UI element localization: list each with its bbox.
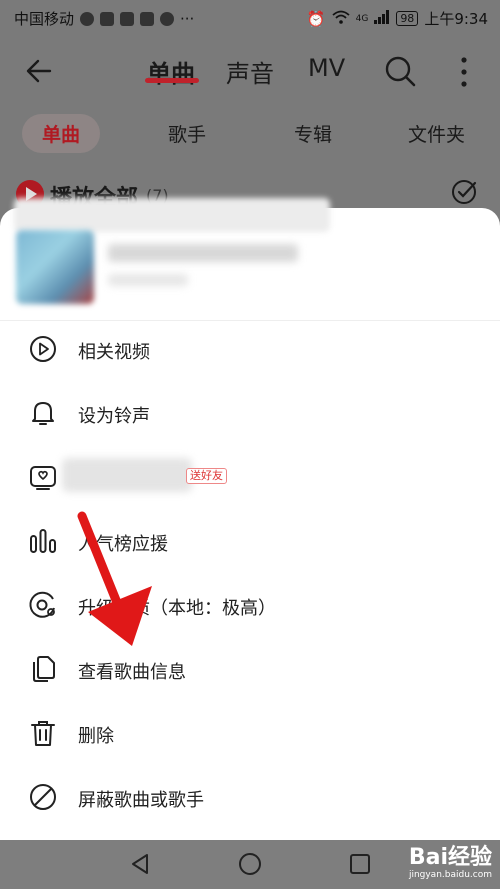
navigation-bar: Bai经验 jingyan.baidu.com xyxy=(0,840,500,889)
menu-send-to-friend[interactable]: 送好友 xyxy=(0,448,500,508)
app-notification-icon xyxy=(100,11,115,26)
more-notifications-icon: ··· xyxy=(180,9,195,28)
top-bar: 单曲 声音 MV xyxy=(0,44,500,100)
menu-label: 设为铃声 xyxy=(78,406,150,427)
menu-label: 相关视频 xyxy=(78,342,150,363)
menu-label: 升级音质（本地：极高） xyxy=(78,598,276,619)
app-notification-icon xyxy=(140,11,155,26)
back-arrow-icon[interactable] xyxy=(24,56,54,86)
share-card-icon xyxy=(30,466,56,490)
subtab-songs[interactable]: 单曲 xyxy=(22,114,101,153)
bar-chart-icon xyxy=(30,529,56,553)
menu-delete[interactable]: 删除 xyxy=(0,704,500,764)
disc-icon xyxy=(29,591,55,618)
play-video-icon xyxy=(30,336,56,362)
nav-home-icon[interactable] xyxy=(238,852,262,876)
document-copy-icon xyxy=(33,656,55,682)
menu-label: 人气榜应援 xyxy=(78,534,168,555)
battery-indicator: 98 xyxy=(396,11,419,26)
bell-icon xyxy=(32,402,54,425)
active-tab-indicator xyxy=(145,78,199,83)
menu-block-song[interactable]: 屏蔽歌曲或歌手 xyxy=(0,768,500,828)
blurred-label xyxy=(62,458,192,492)
wifi-icon xyxy=(332,10,350,28)
subtab-artists[interactable]: 歌手 xyxy=(168,120,206,147)
menu-view-song-info[interactable]: 查看歌曲信息 xyxy=(0,640,500,700)
tab-mv[interactable]: MV xyxy=(308,54,345,82)
song-header xyxy=(0,208,500,321)
app-notification-icon xyxy=(160,11,175,26)
menu-set-ringtone[interactable]: 设为铃声 xyxy=(0,384,500,444)
app-notification-icon xyxy=(80,11,95,26)
menu-label: 查看歌曲信息 xyxy=(78,662,186,683)
signal-icon xyxy=(374,9,390,28)
nav-back-icon[interactable] xyxy=(128,852,152,876)
more-options-icon[interactable] xyxy=(452,56,476,88)
trash-icon xyxy=(31,721,55,746)
song-title-blurred xyxy=(108,244,298,262)
badge: 送好友 xyxy=(186,468,227,484)
menu-upgrade-quality[interactable]: 升级音质（本地：极高） xyxy=(0,576,500,636)
sub-tabs: 单曲 歌手 专辑 文件夹 xyxy=(0,110,500,156)
app-notification-icon xyxy=(120,11,135,26)
carrier-label: 中国移动 xyxy=(14,10,75,28)
baidu-jingyan-watermark: Bai经验 jingyan.baidu.com xyxy=(409,846,492,881)
subtab-folders[interactable]: 文件夹 xyxy=(408,120,465,147)
alarm-icon: ⏰ xyxy=(306,9,326,28)
search-icon[interactable] xyxy=(383,54,417,88)
song-artist-blurred xyxy=(108,274,188,286)
clock-label: 上午9:34 xyxy=(424,10,488,28)
subtab-albums[interactable]: 专辑 xyxy=(294,120,332,147)
tab-songs[interactable]: 单曲 xyxy=(147,54,195,89)
network-type-label: 4G xyxy=(355,13,369,24)
block-icon xyxy=(30,784,56,810)
nav-recents-icon[interactable] xyxy=(348,852,372,876)
menu-related-video[interactable]: 相关视频 xyxy=(0,320,500,380)
menu-popularity-chart[interactable]: 人气榜应援 xyxy=(0,512,500,572)
song-options-sheet: 相关视频 设为铃声 送好友 人气榜应援 升级音质（本地：极高） 查看歌曲信息 删… xyxy=(0,198,500,840)
menu-label: 屏蔽歌曲或歌手 xyxy=(78,790,204,811)
multi-select-icon[interactable] xyxy=(450,178,478,206)
tab-audio[interactable]: 声音 xyxy=(226,54,274,89)
album-cover xyxy=(16,230,94,304)
status-bar: 中国移动 ··· ⏰ 4G 98 上午9:34 xyxy=(0,0,500,36)
watermark-brand: Bai经验 xyxy=(408,845,492,870)
menu-label: 删除 xyxy=(78,726,114,747)
watermark-url: jingyan.baidu.com xyxy=(408,870,492,880)
